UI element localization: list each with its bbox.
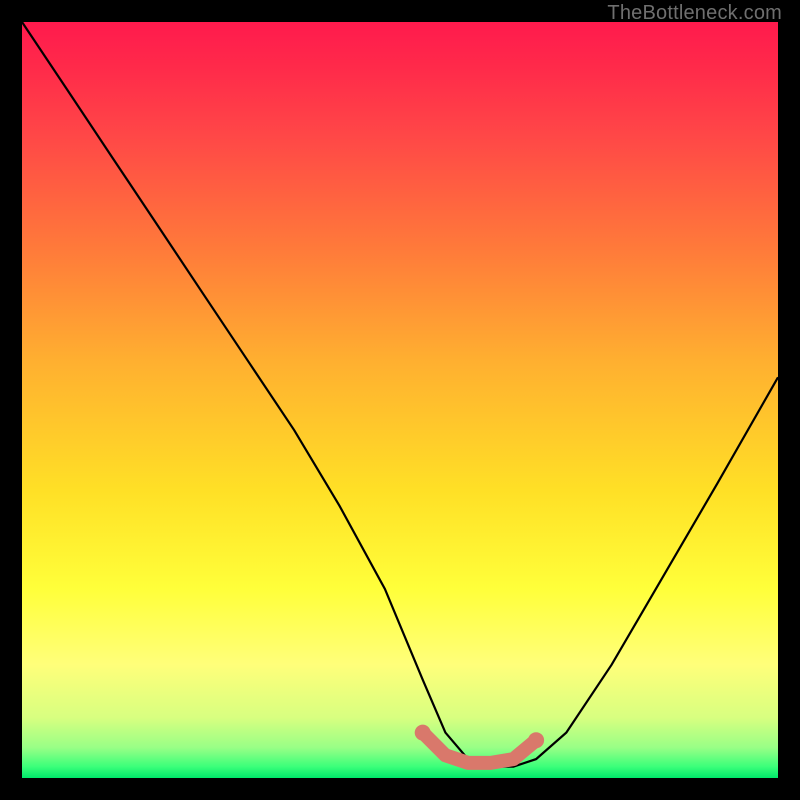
curve-layer	[22, 22, 778, 778]
optimal-range-dot	[528, 732, 544, 748]
plot-area	[22, 22, 778, 778]
bottleneck-curve	[22, 22, 778, 767]
optimal-range-band	[423, 733, 536, 763]
chart-frame: TheBottleneck.com	[0, 0, 800, 800]
optimal-range-dot	[415, 725, 431, 741]
optimal-range-markers	[415, 725, 544, 763]
